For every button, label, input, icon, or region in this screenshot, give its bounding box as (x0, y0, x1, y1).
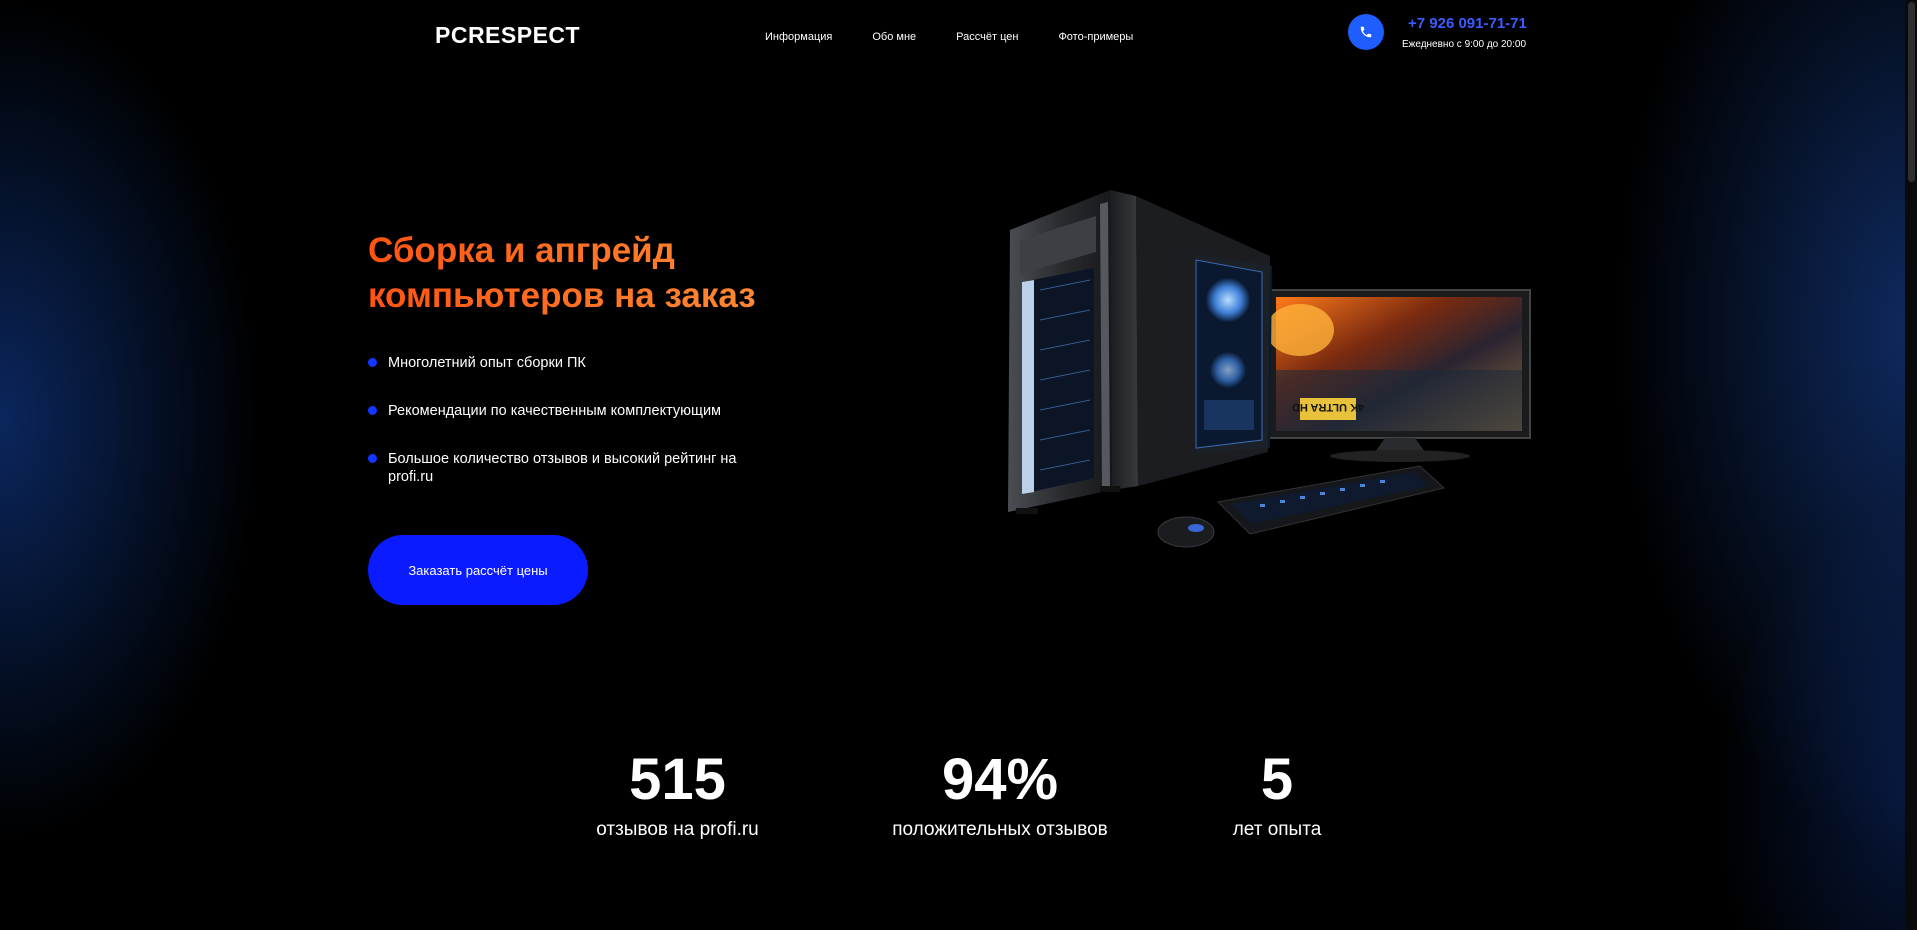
nav-item-info[interactable]: Информация (765, 31, 832, 43)
working-hours: Ежедневно с 9:00 до 20:00 (1402, 39, 1527, 50)
keyboard (1216, 465, 1446, 535)
nav-item-photos[interactable]: Фото-примеры (1058, 31, 1133, 43)
stat-reviews: 515 отзывов на profi.ru (580, 748, 775, 842)
scrollbar-thumb[interactable] (1908, 2, 1915, 182)
feature-text: Рекомендации по качественным комплектующ… (388, 403, 722, 419)
stat-experience: 5 лет опыта (1222, 748, 1332, 842)
hero-title: Сборка и апгрейд компьютеров на заказ (368, 228, 888, 318)
scrollbar[interactable] (1905, 0, 1917, 930)
phone-icon[interactable] (1348, 14, 1384, 50)
feature-item: Рекомендации по качественным комплектующ… (368, 402, 788, 420)
nav-item-pricing[interactable]: Рассчёт цен (956, 31, 1018, 43)
phone-glyph (1360, 26, 1372, 38)
feature-list: Многолетний опыт сборки ПК Рекомендации … (368, 354, 788, 516)
stat-positive: 94% положительных отзывов (870, 748, 1130, 842)
screen-4k-badge: 4K ULTRA HD (1292, 401, 1364, 413)
bullet-dot-icon (368, 358, 377, 367)
stat-value: 5 (1260, 747, 1294, 812)
logo[interactable]: PCRESPECT (435, 22, 580, 49)
landing-page: PCRESPECT Информация Обо мне Рассчёт цен… (0, 0, 1917, 930)
nav-item-about[interactable]: Обо мне (872, 31, 916, 43)
stat-label: положительных отзывов (892, 819, 1108, 840)
stat-value: 94% (941, 747, 1059, 812)
stat-value: 515 (629, 747, 726, 812)
stat-label: лет опыта (1232, 819, 1322, 840)
hero-title-line-2: компьютеров на заказ (368, 276, 756, 315)
mouse (1157, 516, 1215, 548)
gaming-pc-image: 4K ULTRA HD (1008, 190, 1531, 548)
bullet-dot-icon (368, 406, 377, 415)
feature-item: Многолетний опыт сборки ПК (368, 354, 788, 372)
stat-label: отзывов на profi.ru (596, 819, 759, 840)
feature-item: Большое количество отзывов и высокий рей… (368, 450, 768, 486)
feature-text: Большое количество отзывов и высокий рей… (388, 451, 737, 485)
monitor: 4K ULTRA HD (1266, 289, 1531, 462)
order-price-button[interactable]: Заказать рассчёт цены (368, 535, 588, 605)
feature-text: Многолетний опыт сборки ПК (388, 355, 586, 371)
bullet-dot-icon (368, 454, 377, 463)
main-nav: Информация Обо мне Рассчёт цен Фото-прим… (765, 31, 1133, 43)
pc-tower (1008, 190, 1272, 514)
phone-number-link[interactable]: +7 926 091-71-71 (1408, 15, 1527, 32)
hero-title-line-1: Сборка и апгрейд (368, 231, 675, 270)
